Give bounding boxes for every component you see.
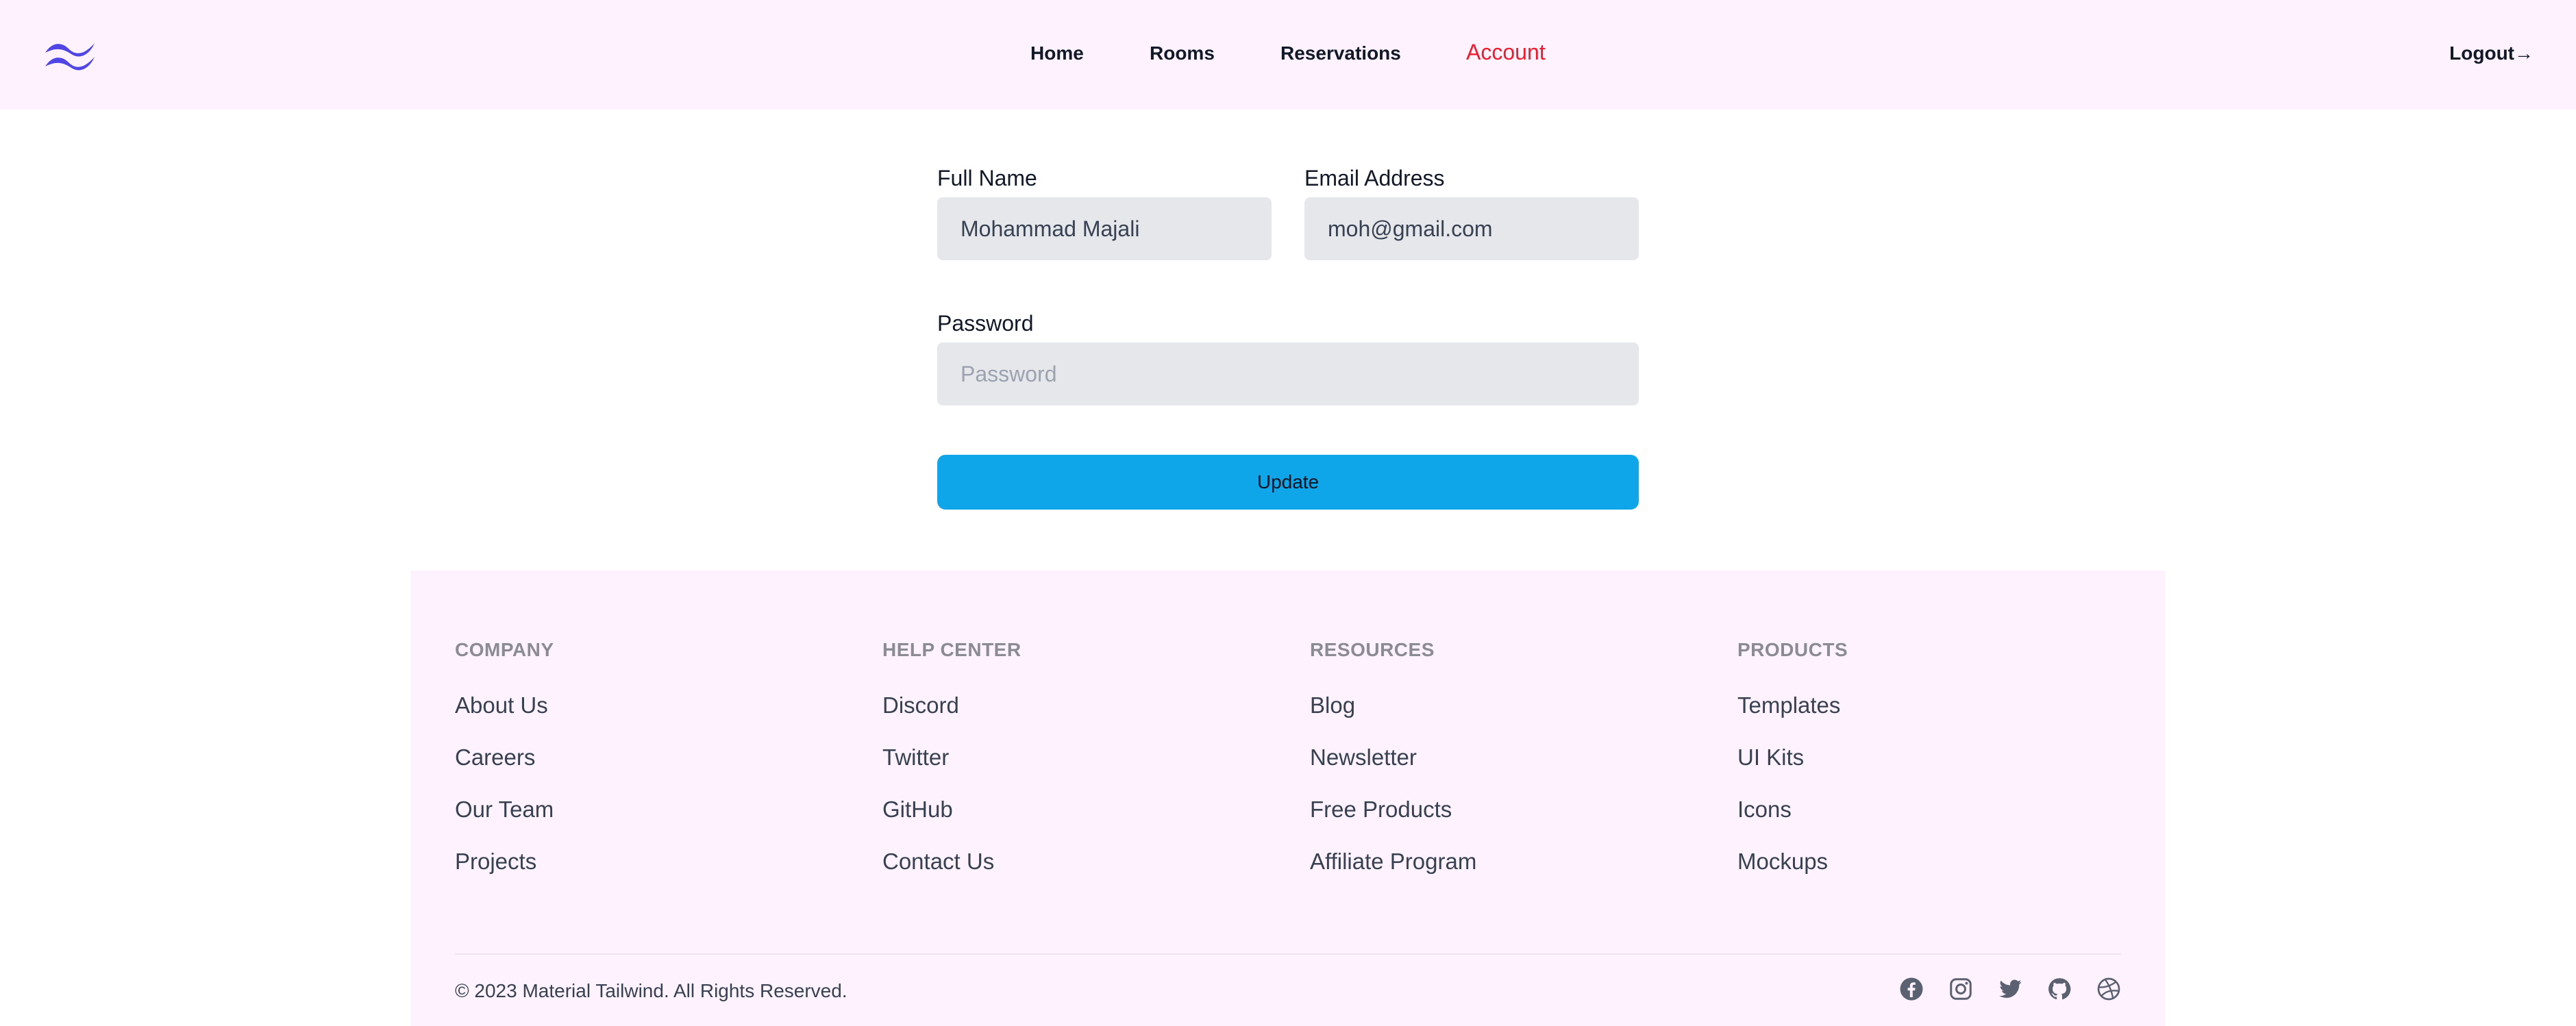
email-input[interactable] [1304, 197, 1639, 260]
footer-link-github[interactable]: GitHub [882, 797, 1021, 849]
logout-link[interactable]: Logout→ [2449, 42, 2534, 64]
footer-link-projects[interactable]: Projects [455, 849, 554, 901]
footer-link-templates[interactable]: Templates [1737, 692, 1848, 745]
footer-link-about-us[interactable]: About Us [455, 692, 554, 745]
footer-heading: PRODUCTS [1737, 639, 1848, 660]
footer-column-help-center: HELP CENTER Discord Twitter GitHub Conta… [882, 639, 1021, 901]
footer-divider [455, 953, 2121, 955]
footer-link-our-team[interactable]: Our Team [455, 797, 554, 849]
footer-link-ui-kits[interactable]: UI Kits [1737, 745, 1848, 797]
footer-link-discord[interactable]: Discord [882, 692, 1021, 745]
twitter-icon[interactable] [1998, 977, 2022, 1001]
footer-heading: HELP CENTER [882, 639, 1021, 660]
nav-rooms[interactable]: Rooms [1150, 42, 1215, 64]
footer-column-products: PRODUCTS Templates UI Kits Icons Mockups [1737, 639, 1848, 901]
footer-link-icons[interactable]: Icons [1737, 797, 1848, 849]
footer: COMPANY About Us Careers Our Team Projec… [411, 571, 2165, 1026]
footer-link-contact-us[interactable]: Contact Us [882, 849, 1021, 901]
footer-link-careers[interactable]: Careers [455, 745, 554, 797]
footer-link-blog[interactable]: Blog [1310, 692, 1476, 745]
github-icon[interactable] [2047, 977, 2072, 1001]
nav-account[interactable]: Account [1466, 40, 1546, 65]
footer-column-company: COMPANY About Us Careers Our Team Projec… [455, 639, 554, 901]
footer-heading: COMPANY [455, 639, 554, 660]
email-label: Email Address [1304, 166, 1445, 190]
main-nav: Home Rooms Reservations Account [0, 40, 2576, 70]
nav-reservations[interactable]: Reservations [1280, 42, 1401, 64]
footer-heading: RESOURCES [1310, 639, 1435, 660]
dribbble-icon[interactable] [2096, 977, 2121, 1001]
copyright-text: © 2023 Material Tailwind. All Rights Res… [455, 980, 847, 1001]
footer-link-newsletter[interactable]: Newsletter [1310, 745, 1476, 797]
footer-link-mockups[interactable]: Mockups [1737, 849, 1848, 901]
nav-home[interactable]: Home [1030, 42, 1084, 64]
update-button[interactable]: Update [937, 455, 1639, 510]
footer-column-resources: RESOURCES Blog Newsletter Free Products … [1310, 639, 1476, 901]
facebook-icon[interactable] [1899, 977, 1924, 1001]
footer-link-twitter[interactable]: Twitter [882, 745, 1021, 797]
password-input[interactable] [937, 342, 1639, 405]
navbar: Home Rooms Reservations Account Logout→ [0, 0, 2576, 110]
full-name-input[interactable] [937, 197, 1272, 260]
social-links [1899, 977, 2121, 1004]
full-name-label: Full Name [937, 166, 1037, 190]
password-label: Password [937, 311, 1034, 336]
footer-link-free-products[interactable]: Free Products [1310, 797, 1476, 849]
instagram-icon[interactable] [1948, 977, 1973, 1001]
footer-link-affiliate-program[interactable]: Affiliate Program [1310, 849, 1476, 901]
